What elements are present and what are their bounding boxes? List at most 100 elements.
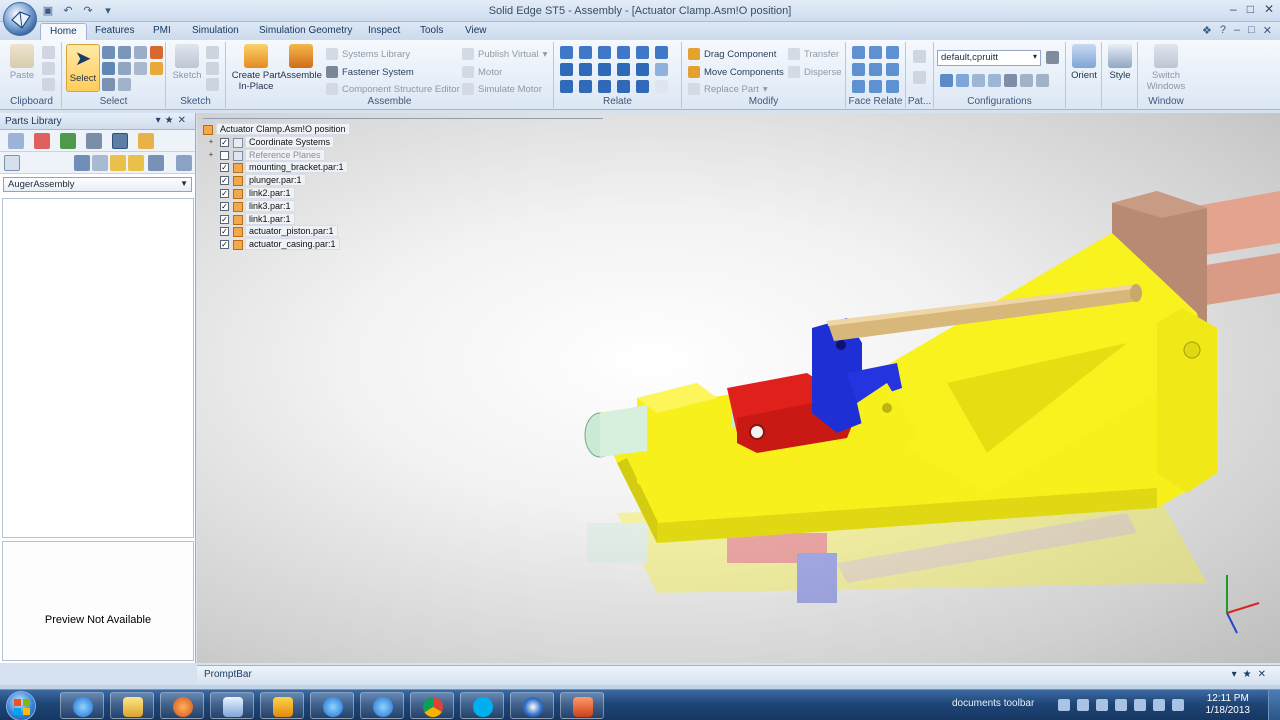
search-icon[interactable]: [176, 155, 192, 171]
doc-close-icon[interactable]: ✕: [1263, 24, 1272, 37]
visibility-checkbox[interactable]: [220, 150, 229, 160]
tree-root[interactable]: Actuator Clamp.Asm!O position: [203, 123, 350, 137]
taskbar-ie-2[interactable]: [310, 692, 354, 719]
visibility-checkbox[interactable]: ✓: [220, 188, 229, 198]
cut-icon[interactable]: [42, 46, 55, 59]
connect-icon[interactable]: [636, 46, 649, 59]
tray-up-icon[interactable]: [1058, 699, 1070, 711]
system-clock[interactable]: 12:11 PM 1/18/2013: [1206, 693, 1251, 717]
ribbon-options-icon[interactable]: ❖: [1202, 24, 1212, 37]
gear-relate-icon[interactable]: [598, 63, 611, 76]
folder-icon[interactable]: [128, 155, 144, 171]
visibility-checkbox[interactable]: ✓: [220, 227, 229, 237]
arc-icon[interactable]: [206, 62, 219, 75]
mate-icon[interactable]: [560, 46, 573, 59]
tab-home[interactable]: Home: [40, 23, 87, 40]
switch-windows-button[interactable]: Switch Windows: [1142, 44, 1190, 92]
panel-close-icon[interactable]: ✕: [178, 115, 190, 126]
tab-simulation-geometry[interactable]: Simulation Geometry: [250, 23, 361, 40]
view-icon[interactable]: [4, 155, 20, 171]
parts-library-tab-icon[interactable]: [112, 133, 128, 149]
minimize-icon[interactable]: –: [1230, 2, 1237, 16]
visibility-checkbox[interactable]: ✓: [220, 240, 229, 250]
tree-item[interactable]: ✓ link2.par:1: [203, 186, 350, 201]
select-children-icon[interactable]: [134, 62, 147, 75]
doc-restore-icon[interactable]: □: [1248, 24, 1255, 37]
replace-part-button[interactable]: Replace Part ▾: [688, 83, 768, 95]
sensor-icon[interactable]: [1020, 74, 1033, 87]
flip-icon[interactable]: [617, 80, 630, 93]
angle-icon[interactable]: [655, 46, 668, 59]
tab-tools[interactable]: Tools: [411, 23, 452, 40]
pin-icon[interactable]: ★: [165, 115, 178, 126]
axial-align-icon[interactable]: [598, 46, 611, 59]
ground-icon[interactable]: [560, 80, 573, 93]
tree-item[interactable]: ✓ link3.par:1: [203, 199, 350, 214]
back-icon[interactable]: [92, 155, 108, 171]
tray-wifi-icon[interactable]: [1153, 699, 1165, 711]
tab-inspect[interactable]: Inspect: [359, 23, 409, 40]
face-relate-symmetric-icon[interactable]: [852, 80, 865, 93]
cam-icon[interactable]: [579, 63, 592, 76]
taskbar-media-player[interactable]: [160, 692, 204, 719]
select-parts-icon[interactable]: [150, 62, 163, 75]
tray-volume-icon[interactable]: [1096, 699, 1108, 711]
tray-speaker-icon[interactable]: [1172, 699, 1184, 711]
tray-network-icon[interactable]: [1077, 699, 1089, 711]
camera-icon[interactable]: [1004, 74, 1017, 87]
drag-component-button[interactable]: Drag Component: [688, 48, 776, 60]
select-body-icon[interactable]: [118, 78, 131, 91]
select-similar-icon[interactable]: [118, 62, 131, 75]
path-icon[interactable]: [579, 80, 592, 93]
face-relate-offset-icon[interactable]: [886, 80, 899, 93]
copy-icon[interactable]: [42, 62, 55, 75]
show-desktop-button[interactable]: [1268, 690, 1280, 720]
visibility-checkbox[interactable]: ✓: [220, 137, 229, 147]
taskbar-internet-explorer[interactable]: [60, 692, 104, 719]
application-button[interactable]: [3, 2, 37, 36]
line-icon[interactable]: [206, 46, 219, 59]
face-relate-concentric-icon[interactable]: [886, 46, 899, 59]
taskbar-skype[interactable]: [460, 692, 504, 719]
select-button[interactable]: ➤ Select: [66, 44, 100, 92]
expand-icon[interactable]: +: [207, 137, 215, 146]
tab-view[interactable]: View: [456, 23, 496, 40]
new-folder-icon[interactable]: [110, 155, 126, 171]
parallel-icon[interactable]: [617, 63, 630, 76]
face-relate-parallel-icon[interactable]: [852, 63, 865, 76]
pattern-icon[interactable]: [913, 50, 926, 63]
taskbar-explorer[interactable]: [110, 692, 154, 719]
up-folder-icon[interactable]: [74, 155, 90, 171]
publish-virtual-button[interactable]: Publish Virtual ▾: [462, 48, 547, 60]
center-plane-icon[interactable]: [598, 80, 611, 93]
select-filter-icon[interactable]: [134, 46, 147, 59]
display-config-icon[interactable]: [940, 74, 953, 87]
sensors-icon[interactable]: [86, 133, 102, 149]
select-all-icon[interactable]: [102, 62, 115, 75]
restore-icon[interactable]: □: [1247, 2, 1254, 16]
prompt-bar-close-icon[interactable]: ✕: [1258, 669, 1272, 680]
visibility-checkbox[interactable]: ✓: [220, 201, 229, 211]
transfer-button[interactable]: Transfer: [788, 48, 839, 60]
face-relate-perp-icon[interactable]: [869, 63, 882, 76]
favorites-icon[interactable]: [138, 133, 154, 149]
taskbar-solid-edge[interactable]: [210, 692, 254, 719]
disperse-button[interactable]: Disperse: [788, 66, 842, 78]
taskbar-snipping[interactable]: [510, 692, 554, 719]
tab-pmi[interactable]: PMI: [144, 23, 180, 40]
motor-button[interactable]: Motor: [462, 66, 502, 78]
documents-toolbar-label[interactable]: documents toolbar: [952, 698, 1034, 709]
tab-simulation[interactable]: Simulation: [183, 23, 248, 40]
highlight-icon[interactable]: [150, 46, 163, 59]
select-window-icon[interactable]: [118, 46, 131, 59]
explode-config-icon[interactable]: [956, 74, 969, 87]
tree-item[interactable]: + ✓ Coordinate Systems: [203, 135, 350, 150]
visibility-checkbox[interactable]: ✓: [220, 163, 229, 173]
tree-resize-handle[interactable]: [203, 114, 603, 119]
graphics-window[interactable]: Actuator Clamp.Asm!O position + ✓ Coordi…: [197, 113, 1280, 663]
feature-library-icon[interactable]: [34, 133, 50, 149]
library-folder-select[interactable]: AugerAssembly ▼: [3, 177, 192, 192]
face-relate-coplanar-icon[interactable]: [852, 46, 865, 59]
doc-minimize-icon[interactable]: –: [1234, 24, 1240, 37]
taskbar-powerpoint[interactable]: [560, 692, 604, 719]
